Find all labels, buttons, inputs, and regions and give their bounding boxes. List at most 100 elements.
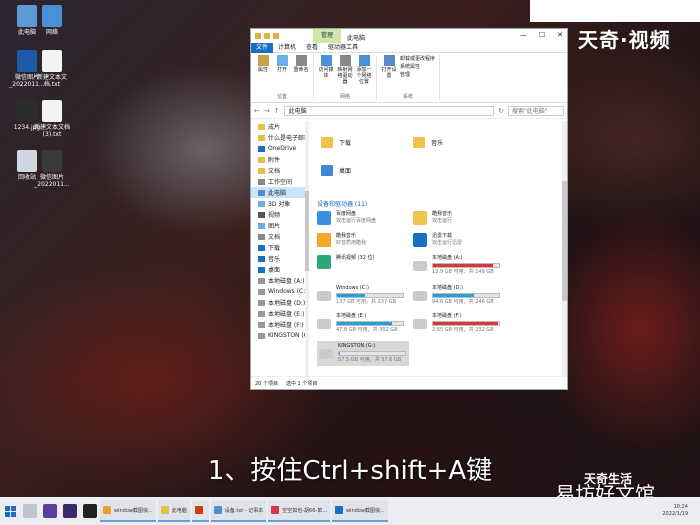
- nav-item-label: 音乐: [268, 256, 281, 263]
- taskbar-item[interactable]: 空空如也-胡66-单...: [268, 500, 330, 522]
- ribbon-button-label: 打开设置: [381, 67, 397, 79]
- drive-name: Windows (C:): [336, 285, 369, 291]
- ribbon-small-button[interactable]: 管理: [400, 71, 435, 79]
- device-sub: 双击运行: [432, 218, 453, 224]
- ribbon-tab[interactable]: 驱动器工具: [323, 43, 363, 53]
- device-item[interactable]: 百度网盘 双击运行百度网盘: [317, 211, 417, 225]
- up-icon[interactable]: ↑: [274, 107, 280, 115]
- status-bar: 20 个项目 选中 1 个项目: [251, 376, 567, 389]
- refresh-icon[interactable]: ↻: [498, 107, 504, 115]
- back-icon[interactable]: ←: [254, 107, 260, 115]
- folder-item[interactable]: 音乐: [413, 137, 443, 148]
- taskbar-item[interactable]: 此电脑: [157, 500, 190, 522]
- desktop-icon[interactable]: 新建文本文 档.txt: [30, 50, 74, 88]
- drive-usage-bar: [432, 263, 500, 268]
- nav-item[interactable]: 本地磁盘 (A:): [251, 275, 308, 286]
- nav-item[interactable]: 工作空间: [251, 176, 308, 187]
- device-item[interactable]: 腾讯视频 (32 位): [317, 255, 417, 269]
- ribbon-small-button[interactable]: 卸载或更改程序: [400, 55, 435, 63]
- nav-item-label: 成片: [268, 124, 281, 131]
- app-icon[interactable]: [43, 504, 57, 518]
- ribbon-button[interactable]: 属性: [255, 55, 271, 73]
- drive-item[interactable]: Windows (C:) 137 GB 可用，共 237 GB: [317, 285, 417, 306]
- nav-item[interactable]: 附件: [251, 154, 308, 165]
- ribbon-button[interactable]: 访问媒体: [318, 55, 334, 85]
- taskbar-item[interactable]: window截图快...: [331, 500, 388, 522]
- drive-item[interactable]: 本地磁盘 (E:) 47.8 GB 可用，共 302 GB: [317, 313, 417, 334]
- ribbon-button[interactable]: 添加一个网络位置: [356, 55, 372, 85]
- ribbon-button[interactable]: 重命名: [293, 55, 309, 73]
- nav-item[interactable]: 音乐: [251, 253, 308, 264]
- nav-item[interactable]: 成片: [251, 121, 308, 132]
- tab-manage[interactable]: 管理: [313, 29, 341, 43]
- nav-item[interactable]: 此电脑: [251, 187, 308, 198]
- nav-item-label: 桌面: [268, 267, 281, 274]
- taskbar-item-icon: [160, 506, 169, 514]
- desktop-icon[interactable]: 微信图片 _2022011...: [30, 150, 74, 188]
- nav-item[interactable]: 图片: [251, 220, 308, 231]
- forward-icon[interactable]: →: [264, 107, 270, 115]
- search-input[interactable]: 搜索"此电脑": [508, 105, 564, 116]
- device-sub: 双击运行百度网盘: [336, 218, 377, 224]
- search-icon[interactable]: [23, 504, 37, 518]
- minimize-icon[interactable]: —: [520, 31, 527, 39]
- device-item[interactable]: 酷我音乐 双击运行: [413, 211, 513, 225]
- ribbon-tab[interactable]: 文件: [251, 42, 274, 53]
- drive-name: 本地磁盘 (A:): [432, 255, 463, 261]
- nav-item[interactable]: 下载: [251, 242, 308, 253]
- taskbar: window截图快... 此电脑 设备.txt - 记事本 空空如也-胡66-单...…: [0, 497, 700, 525]
- ribbon-button-label: 打开: [276, 67, 287, 73]
- device-item[interactable]: 酷我音乐 好音质用酷我: [317, 233, 417, 247]
- app-icon[interactable]: [63, 504, 77, 518]
- nav-item-icon: [258, 266, 265, 273]
- nav-item[interactable]: KINGSTON (G:): [251, 330, 308, 341]
- nav-item[interactable]: 本地磁盘 (D:): [251, 297, 308, 308]
- start-button[interactable]: [0, 497, 20, 525]
- drive-item[interactable]: 本地磁盘 (D:) 94.6 GB 可用，共 246 GB: [413, 285, 513, 306]
- taskbar-item[interactable]: 设备.txt - 记事本: [210, 500, 267, 522]
- drive-item[interactable]: 本地磁盘 (F:) 2.65 GB 可用，共 232 GB: [413, 313, 513, 334]
- taskbar-item-label: window截图快...: [114, 507, 153, 514]
- desktop-icon[interactable]: 新建文本文档 (3).txt: [30, 100, 74, 138]
- ribbon-small-button[interactable]: 系统属性: [400, 63, 435, 71]
- nav-item[interactable]: 文档: [251, 231, 308, 242]
- device-item[interactable]: 迅雷下载 双击运行迅雷: [413, 233, 513, 247]
- folder-item[interactable]: 桌面: [321, 165, 351, 176]
- nav-item[interactable]: OneDrive: [251, 143, 308, 154]
- ribbon-tab[interactable]: 查看: [301, 43, 323, 53]
- drive-free-space: 13.9 GB 可用，共 149 GB: [432, 269, 494, 275]
- item-count: 20 个项目: [255, 380, 278, 387]
- taskbar-item[interactable]: window截图快...: [100, 500, 156, 522]
- nav-item[interactable]: 3D 对象: [251, 198, 308, 209]
- nav-item[interactable]: Windows (C:): [251, 286, 308, 297]
- drive-usage-fill: [337, 294, 365, 297]
- ribbon-button[interactable]: 映射网络驱动器: [337, 55, 353, 85]
- system-clock[interactable]: 10:24 2022/1/19: [662, 504, 700, 518]
- content-scrollbar[interactable]: [562, 121, 567, 377]
- close-icon[interactable]: ✕: [557, 31, 563, 39]
- nav-item-icon: [258, 321, 265, 328]
- nav-item[interactable]: 文档: [251, 165, 308, 176]
- quick-access-toolbar[interactable]: [255, 33, 279, 39]
- ribbon-tab[interactable]: 计算机: [273, 43, 301, 53]
- nav-item[interactable]: 什么是电子邮箱: [251, 132, 308, 143]
- drive-item[interactable]: 本地磁盘 (A:) 13.9 GB 可用，共 149 GB: [413, 255, 513, 276]
- nav-item[interactable]: 桌面: [251, 264, 308, 275]
- nav-item[interactable]: 视频: [251, 209, 308, 220]
- taskbar-item[interactable]: [191, 500, 209, 522]
- maximize-icon[interactable]: ☐: [539, 31, 545, 39]
- nav-scrollbar[interactable]: [305, 121, 309, 377]
- ribbon-button[interactable]: 打开设置: [381, 55, 397, 79]
- desktop-icon[interactable]: 网络: [30, 5, 74, 36]
- device-name: 酷我音乐: [336, 233, 357, 239]
- nav-item[interactable]: 本地磁盘 (E:): [251, 308, 308, 319]
- ribbon-button[interactable]: 打开: [274, 55, 290, 73]
- taskbar-item-icon: [103, 506, 111, 514]
- folder-item[interactable]: 下载: [321, 137, 351, 148]
- section-header[interactable]: 设备和驱动器 (11): [317, 199, 367, 208]
- nav-item[interactable]: 本地磁盘 (F:): [251, 319, 308, 330]
- drive-text: 本地磁盘 (E:) 47.8 GB 可用，共 302 GB: [336, 313, 404, 334]
- address-field[interactable]: 此电脑: [283, 105, 495, 116]
- app-icon[interactable]: [83, 504, 97, 518]
- drive-item[interactable]: KINGSTON (G:) 57.5 GB 可用，共 57.6 GB: [317, 341, 409, 366]
